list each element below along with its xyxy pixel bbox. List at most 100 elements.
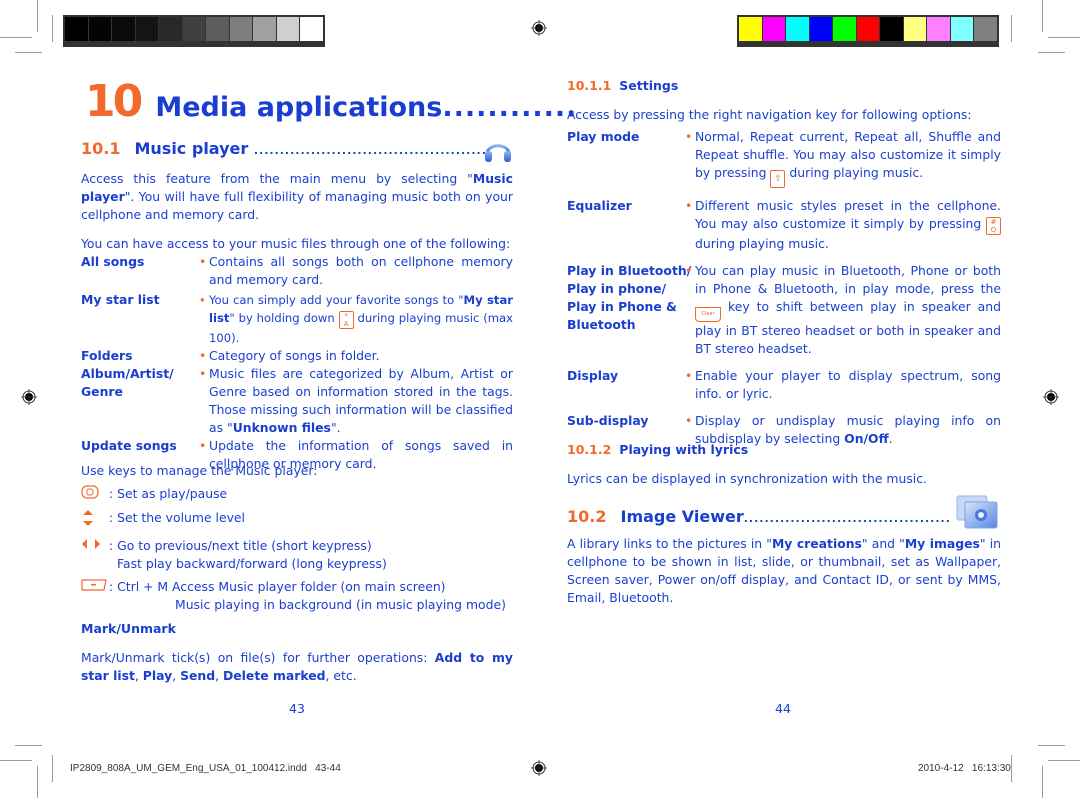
key-top: ⇧ xyxy=(774,174,782,184)
setting-desc: Different music styles preset in the cel… xyxy=(685,197,1001,253)
gray-swatch xyxy=(135,17,158,41)
mark-bold: Send xyxy=(180,668,216,683)
left-right-key-icon xyxy=(81,537,109,556)
desc-text: " by holding down xyxy=(229,311,339,325)
gray-swatch xyxy=(65,17,88,41)
setting-term: Display xyxy=(567,368,619,383)
music-key-icon xyxy=(81,578,109,597)
setting-desc: Enable your player to display spectrum, … xyxy=(685,367,1001,403)
gray-swatch xyxy=(112,17,135,41)
setting-equalizer: Equalizer Different music styles preset … xyxy=(567,197,1001,253)
color-swatch xyxy=(950,17,973,41)
key-description: : Go to previous/next title (short keypr… xyxy=(109,537,387,573)
setting-term: Play mode xyxy=(567,129,640,144)
color-swatch xyxy=(786,17,809,41)
crop-mark xyxy=(37,0,38,32)
image-viewer-icon xyxy=(956,495,998,529)
color-swatch xyxy=(927,17,950,41)
star-key-icon: * A xyxy=(338,311,354,329)
color-swatch xyxy=(880,17,903,41)
key-row-prev-next: : Go to previous/next title (short keypr… xyxy=(81,537,513,573)
settings-options-list: Play mode Normal, Repeat current, Repeat… xyxy=(567,128,1001,448)
mark-unmark-heading: Mark/Unmark xyxy=(81,621,176,636)
subsection-title: Settings xyxy=(619,78,679,93)
section-heading-image-viewer: 10.2 Image Viewer........................… xyxy=(567,507,952,526)
setting-desc: You can play music in Bluetooth, Phone o… xyxy=(685,262,1001,358)
gray-swatch xyxy=(88,17,111,41)
crop-mark xyxy=(1038,745,1065,746)
mark-bold: Delete marked xyxy=(222,668,326,683)
crop-mark xyxy=(1042,0,1043,32)
key-text: Music playing in background (in music pl… xyxy=(175,597,506,612)
crop-mark xyxy=(1048,760,1080,761)
gray-swatch xyxy=(182,17,205,41)
mark-sep: , xyxy=(215,668,223,683)
color-swatch xyxy=(856,17,879,41)
key-bottom: A xyxy=(343,320,349,328)
mark-unmark-paragraph: Mark/Unmark tick(s) on file(s) for furth… xyxy=(81,649,513,685)
desc-bold: On/Off xyxy=(844,431,889,446)
setting-term: Equalizer xyxy=(567,198,632,213)
desc-bold: Unknown files xyxy=(232,420,331,435)
desc-text: key to shift between play in speaker and… xyxy=(695,299,1001,356)
key-description: : Set as play/pause xyxy=(109,486,228,501)
image-viewer-paragraph: A library links to the pictures in "My c… xyxy=(567,535,1001,607)
key-text: : Go to previous/next title (short keypr… xyxy=(109,538,372,553)
setting-desc: Normal, Repeat current, Repeat all, Shuf… xyxy=(685,128,1001,188)
color-swatch xyxy=(833,17,856,41)
desc-text: ". xyxy=(330,420,341,435)
hash-key-icon: # Q xyxy=(986,217,1001,235)
keys-intro: Use keys to manage the Music player: xyxy=(81,463,318,478)
option-term: All songs xyxy=(81,254,145,269)
crop-mark xyxy=(15,745,42,746)
option-my-star-list: My star list You can simply add your fav… xyxy=(81,291,513,347)
key-top: Clear xyxy=(701,311,715,317)
page-number-right: 44 xyxy=(775,701,791,716)
cmyk-color-bar xyxy=(737,15,999,47)
color-swatch xyxy=(739,17,762,41)
option-desc: You can simply add your favorite songs t… xyxy=(199,291,513,347)
crop-mark xyxy=(1042,766,1043,798)
image-text: " and " xyxy=(861,536,905,551)
slug-timestamp: 2010-4-12 16:13:30 xyxy=(918,763,1011,774)
registration-mark-icon xyxy=(1043,389,1059,405)
key-text: Fast play backward/forward (long keypres… xyxy=(117,556,387,571)
music-options-list: All songs Contains all songs both on cel… xyxy=(81,253,513,473)
chapter-title: Media applications xyxy=(155,92,443,123)
desc-text: during playing music. xyxy=(695,236,829,251)
gray-swatch xyxy=(276,17,299,41)
key-top: # xyxy=(990,218,997,226)
key-row-play-pause: : Set as play/pause xyxy=(81,485,513,504)
grayscale-color-bar xyxy=(63,15,325,47)
section-title: Music player xyxy=(134,139,249,158)
gray-swatch xyxy=(300,17,323,41)
registration-mark-icon xyxy=(531,760,547,776)
ok-key-icon xyxy=(81,485,109,504)
mark-bold: Play xyxy=(142,668,173,683)
intro-paragraph: Access this feature from the main menu b… xyxy=(81,170,513,224)
option-desc: Category of songs in folder. xyxy=(199,347,513,365)
clear-key-icon: Clear xyxy=(695,307,721,322)
up-down-key-icon xyxy=(81,509,109,532)
option-album-artist-genre: Album/Artist/ Genre Music files are cate… xyxy=(81,365,513,437)
image-text: A library links to the pictures in " xyxy=(567,536,772,551)
mark-text: , etc. xyxy=(325,668,357,683)
settings-heading: 10.1.1 Settings xyxy=(567,78,678,93)
slug-filename: IP2809_808A_UM_GEM_Eng_USA_01_100412.ind… xyxy=(70,763,341,774)
crop-mark xyxy=(52,755,53,782)
crop-mark xyxy=(1011,755,1012,782)
chapter-heading: 10 Media applications............ xyxy=(85,76,576,127)
option-all-songs: All songs Contains all songs both on cel… xyxy=(81,253,513,289)
desc-text: You can play music in Bluetooth, Phone o… xyxy=(695,263,1001,296)
crop-mark xyxy=(15,52,42,53)
gray-swatch xyxy=(159,17,182,41)
key-row-music-key: : Ctrl + M Access Music player folder (o… xyxy=(81,578,513,614)
option-term: Album/Artist/ Genre xyxy=(81,366,174,399)
intro-text-end: ". You will have full flexibility of man… xyxy=(81,189,513,222)
page-number-left: 43 xyxy=(289,701,305,716)
color-swatch xyxy=(762,17,785,41)
lyrics-heading: 10.1.2 Playing with lyrics xyxy=(567,442,748,457)
crop-mark xyxy=(52,15,53,42)
setting-play-in-bluetooth: Play in Bluetooth/ Play in phone/ Play i… xyxy=(567,262,1001,358)
key-description: : Set the volume level xyxy=(109,510,245,525)
